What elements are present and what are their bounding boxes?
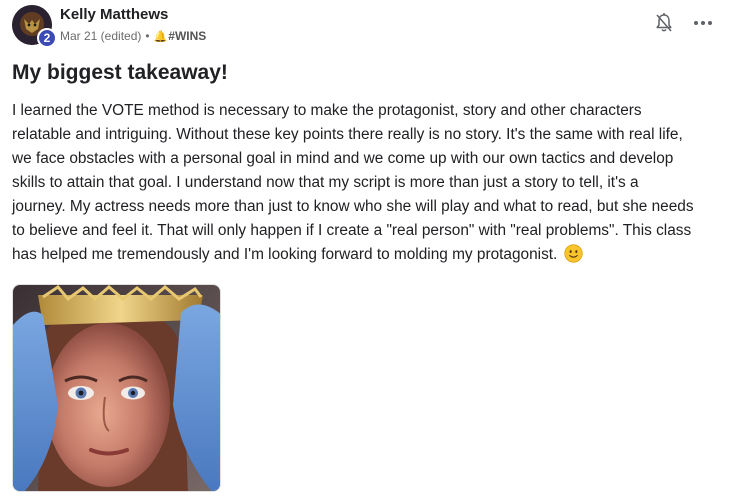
more-dot xyxy=(708,21,712,25)
body-line: we face obstacles with a personal goal i… xyxy=(12,150,674,167)
post-actions xyxy=(654,12,712,34)
more-dot xyxy=(701,21,705,25)
author-name[interactable]: Kelly Matthews xyxy=(60,6,168,23)
post-card: 2 Kelly Matthews Mar 21 (edited) • 🔔 #WI… xyxy=(0,0,736,502)
category-link[interactable]: #WINS xyxy=(168,29,206,43)
author-avatar[interactable]: 2 xyxy=(12,5,57,48)
category-bell-icon: 🔔 xyxy=(153,30,168,43)
body-line: I learned the VOTE method is necessary t… xyxy=(12,102,642,119)
body-line: has helped me tremendously and I'm looki… xyxy=(12,246,558,263)
meta-separator: • xyxy=(145,29,150,43)
body-line-last: has helped me tremendously and I'm looki… xyxy=(12,243,728,267)
post-title: My biggest takeaway! xyxy=(12,61,228,84)
body-line: relatable and intriguing. Without these … xyxy=(12,126,683,143)
body-line: to believe and feel it. That will only h… xyxy=(12,222,692,239)
more-horizontal-icon[interactable] xyxy=(694,20,712,26)
body-line: skills to attain that goal. I understand… xyxy=(12,174,639,191)
slightly-smiling-face-icon xyxy=(563,244,583,263)
post-meta: Mar 21 (edited) • 🔔 #WINS xyxy=(60,29,206,43)
body-line: journey. My actress needs more than just… xyxy=(12,198,694,215)
level-badge: 2 xyxy=(37,28,57,48)
post-body: I learned the VOTE method is necessary t… xyxy=(12,99,728,267)
post-date: Mar 21 (edited) xyxy=(60,29,142,43)
attached-image[interactable] xyxy=(12,284,221,492)
bell-off-icon[interactable] xyxy=(654,12,674,34)
more-dot xyxy=(694,21,698,25)
